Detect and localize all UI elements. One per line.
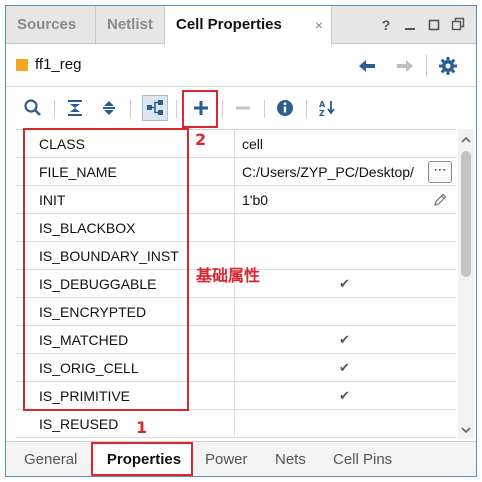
tab-strip: Sources Netlist Cell Properties × ? <box>6 6 476 45</box>
cell-properties-window: Sources Netlist Cell Properties × ? ff1_… <box>5 5 477 477</box>
property-value[interactable]: 1'b0 <box>234 186 456 214</box>
tab-sources[interactable]: Sources <box>6 6 96 44</box>
forward-arrow-icon[interactable] <box>394 55 416 77</box>
scrollbar-thumb[interactable] <box>461 151 471 277</box>
help-icon[interactable]: ? <box>378 16 394 34</box>
toolbar-separator <box>54 100 55 118</box>
tab-netlist-label: Netlist <box>107 16 153 33</box>
tab-general[interactable]: General <box>24 442 77 476</box>
svg-text:A: A <box>319 100 326 109</box>
annotation-box-add <box>182 90 218 128</box>
toolbar-separator <box>176 100 177 118</box>
checkmark-icon[interactable]: ✔ <box>339 354 350 382</box>
pencil-icon[interactable] <box>432 192 448 208</box>
properties-toolbar: A Z <box>6 88 476 128</box>
tab-cell-pins[interactable]: Cell Pins <box>333 442 392 476</box>
annotation-box-properties-tab <box>91 442 193 476</box>
vertical-scrollbar[interactable] <box>458 129 474 439</box>
toolbar-separator <box>222 100 223 118</box>
cell-header: ff1_reg <box>6 45 476 87</box>
cell-icon <box>16 59 28 71</box>
info-icon[interactable] <box>272 95 298 121</box>
scroll-down-icon[interactable] <box>460 423 472 435</box>
toolbar-separator <box>130 100 131 118</box>
property-value[interactable]: C:/Users/ZYP_PC/Desktop/ <box>234 158 456 186</box>
property-value[interactable] <box>234 214 456 242</box>
property-value[interactable] <box>234 410 456 438</box>
header-separator <box>426 55 427 77</box>
checkmark-icon[interactable]: ✔ <box>339 270 350 298</box>
tab-cell-properties[interactable]: Cell Properties × <box>164 6 332 45</box>
property-name: IS_REUSED <box>39 416 119 432</box>
minimize-icon[interactable] <box>402 16 418 34</box>
toolbar-separator <box>264 100 265 118</box>
tab-close-icon[interactable]: × <box>315 6 323 44</box>
cell-name: ff1_reg <box>35 56 82 73</box>
property-value[interactable] <box>234 298 456 326</box>
search-icon[interactable] <box>20 95 46 121</box>
checkmark-icon[interactable]: ✔ <box>339 326 350 354</box>
back-arrow-icon[interactable] <box>356 55 378 77</box>
property-value[interactable] <box>234 242 456 270</box>
browse-button[interactable]: ⋯ <box>428 161 452 183</box>
remove-property-icon[interactable] <box>230 95 256 121</box>
checkmark-icon[interactable]: ✔ <box>339 382 350 410</box>
annotation-marker-1: 1 <box>136 418 148 437</box>
tab-cell-properties-label: Cell Properties <box>176 16 282 33</box>
tab-nets[interactable]: Nets <box>275 442 306 476</box>
sort-az-icon[interactable]: A Z <box>314 95 340 121</box>
hierarchy-view-icon[interactable] <box>142 95 168 121</box>
collapse-all-icon[interactable] <box>62 95 88 121</box>
svg-text:Z: Z <box>319 109 325 118</box>
expand-all-icon[interactable] <box>96 95 122 121</box>
tab-sources-label: Sources <box>17 16 77 33</box>
tab-netlist[interactable]: Netlist <box>96 6 165 44</box>
gear-icon[interactable] <box>437 55 459 77</box>
tab-power[interactable]: Power <box>205 442 248 476</box>
toolbar-separator <box>306 100 307 118</box>
annotation-marker-2: 2 <box>195 130 207 149</box>
annotation-basic-properties-label: 基础属性 <box>196 266 261 285</box>
restore-icon[interactable] <box>450 16 466 34</box>
scroll-up-icon[interactable] <box>460 133 472 145</box>
property-value[interactable]: cell <box>234 130 456 158</box>
maximize-icon[interactable] <box>426 16 442 34</box>
bottom-tab-bar: General Properties Power Nets Cell Pins <box>6 441 476 476</box>
annotation-box-basic-properties <box>23 128 189 411</box>
table-row[interactable]: IS_REUSED <box>16 410 456 438</box>
